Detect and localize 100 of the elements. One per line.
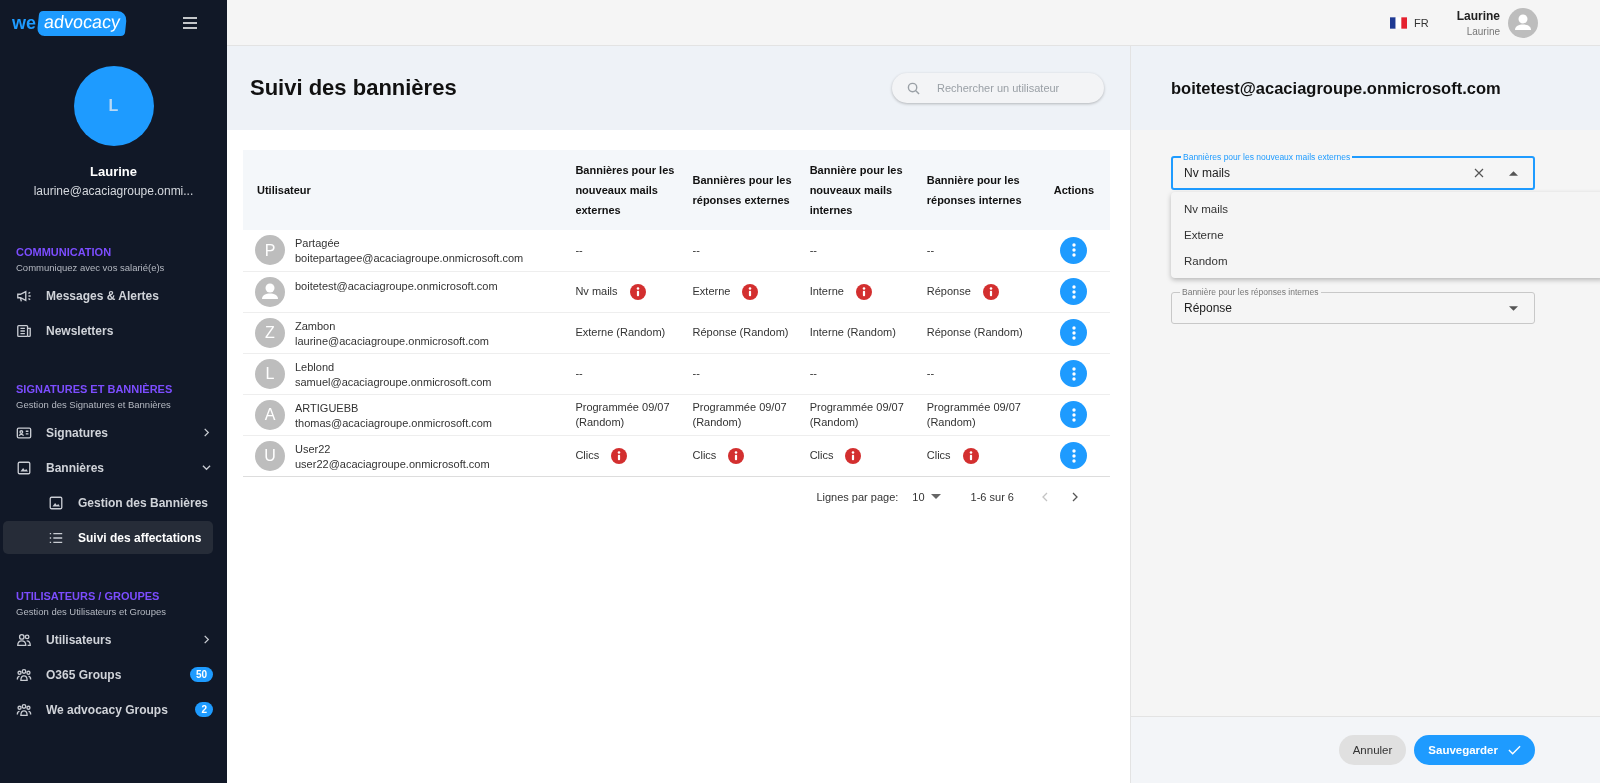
info-icon[interactable] (611, 447, 628, 464)
search-field[interactable]: Rechercher un utilisateur (892, 73, 1104, 103)
info-icon[interactable] (629, 283, 646, 300)
more-actions-button[interactable] (1060, 401, 1088, 428)
nav-item[interactable]: Messages & Alertes (3, 279, 213, 312)
section-subtitle: Gestion des Utilisateurs et Groupes (15, 606, 167, 617)
flag-icon[interactable] (1390, 16, 1407, 29)
table-cell: Interne (Random) (809, 325, 896, 340)
nav-item[interactable]: Utilisateurs (3, 623, 213, 656)
person-avatar-icon (255, 276, 285, 307)
section-title: SIGNATURES ET BANNIÈRES (15, 383, 174, 395)
more-actions-button[interactable] (1060, 360, 1088, 387)
table-cell: -- (575, 242, 583, 258)
section-subtitle: Communiquez avec vos salarié(e)s (15, 262, 166, 273)
table-cell: -- (692, 242, 700, 258)
next-page-icon[interactable] (1070, 491, 1080, 502)
more-actions-button[interactable] (1060, 236, 1088, 264)
avatar: L (255, 358, 285, 389)
kebab-icon (1071, 243, 1076, 258)
kebab-icon (1071, 407, 1076, 422)
info-icon[interactable] (855, 283, 872, 300)
user-name: Laurine (1456, 8, 1500, 23)
table-cell: Interne (809, 284, 844, 299)
caret-down-icon[interactable] (1509, 305, 1518, 311)
info-icon[interactable] (962, 447, 979, 464)
nav-item[interactable]: O365 Groups 50 (3, 658, 213, 691)
user-name: User22 (295, 441, 332, 457)
avatar: P (255, 235, 285, 266)
table-cell-text: Programmée 09/07 (Random) (926, 399, 1022, 430)
column-header: Bannière pour les nouveaux mails internes (803, 150, 921, 230)
nav-item[interactable]: Suivi des affectations (3, 521, 213, 554)
more-actions-button[interactable] (1060, 278, 1088, 305)
section-title: COMMUNICATION (15, 246, 113, 258)
nav-item[interactable]: Signatures (3, 416, 213, 449)
table-cell: Nv mails (575, 284, 618, 299)
nav-item[interactable]: Gestion des Bannières (3, 486, 213, 519)
field-label: Bannière pour les réponses internes (1180, 287, 1321, 297)
table-cell: -- (809, 242, 817, 258)
clear-icon[interactable] (1474, 168, 1484, 178)
rows-per-page-select[interactable]: 10 (912, 490, 941, 503)
kebab-icon (1071, 366, 1076, 381)
caret-down-icon (930, 494, 941, 499)
users-icon (16, 631, 32, 648)
info-icon[interactable] (728, 447, 745, 464)
column-header: Utilisateur (243, 150, 570, 230)
user-email: boitetest@acaciagroupe.onmicrosoft.com (295, 278, 498, 294)
page-title: Suivi des bannières (250, 75, 457, 101)
column-header: Bannières pour les réponses externes (686, 150, 804, 230)
user-name: Leblond (295, 359, 336, 375)
section-subtitle: Gestion des Signatures et Bannières (15, 399, 172, 410)
table-cell: -- (809, 366, 817, 381)
info-icon[interactable] (742, 283, 759, 300)
more-actions-button[interactable] (1060, 319, 1088, 346)
group-icon (16, 666, 32, 683)
group-icon (16, 701, 32, 718)
nav-item[interactable]: Newsletters (3, 314, 213, 347)
nav-item[interactable]: Bannières (3, 451, 213, 484)
panel-title: boitetest@acaciagroupe.onmicrosoft.com (1171, 78, 1501, 98)
nav-item[interactable]: We advocacy Groups 2 (3, 693, 213, 726)
user-email: boitepartagee@acaciagroupe.onmicrosoft.com (295, 251, 524, 267)
info-icon[interactable] (982, 283, 999, 300)
language-label[interactable]: FR (1414, 16, 1429, 29)
table-cell: Clics (809, 448, 834, 463)
table-cell: Externe (Random) (575, 325, 666, 340)
dropdown-option[interactable]: Externe (1171, 222, 1600, 248)
table-cell: Réponse (926, 284, 971, 299)
more-actions-button[interactable] (1060, 442, 1088, 469)
table-cell: Clics (575, 448, 600, 463)
menu-icon[interactable] (183, 17, 197, 29)
section-title: UTILISATEURS / GROUPES (15, 590, 161, 602)
image-icon (48, 494, 64, 511)
table-cell: -- (692, 366, 700, 381)
id-card-icon (16, 424, 32, 441)
user-email: laurine@acaciagroupe.onmicrosoft.com (295, 333, 489, 349)
search-icon (907, 82, 920, 95)
column-header: Bannières pour les nouveaux mails externes (569, 150, 687, 230)
user-subtitle: Laurine (1466, 25, 1500, 37)
dropdown-option[interactable]: Nv mails (1171, 196, 1600, 222)
cancel-button[interactable]: Annuler (1338, 735, 1407, 765)
kebab-icon (1071, 448, 1076, 463)
count-badge: 50 (189, 667, 213, 682)
info-icon[interactable] (845, 447, 862, 464)
user-name: ARTIGUEBB (295, 400, 360, 416)
table-cell: -- (926, 242, 935, 258)
table-cell: -- (575, 366, 583, 381)
column-header: Bannière pour les réponses internes (920, 150, 1038, 230)
caret-up-icon[interactable] (1509, 170, 1518, 176)
user-email: thomas@acaciagroupe.onmicrosoft.com (295, 415, 493, 431)
table-cell: -- (926, 366, 935, 381)
kebab-icon (1071, 284, 1076, 299)
avatar: A (255, 399, 285, 430)
table-cell: Réponse (Random) (692, 325, 789, 340)
check-icon (1508, 745, 1521, 755)
dropdown-option[interactable]: Random (1171, 248, 1600, 274)
page-range: 1-6 sur 6 (970, 490, 1014, 503)
column-header: Actions (1037, 150, 1110, 230)
avatar: U (255, 440, 285, 471)
profile-email: laurine@acaciagroupe.onmi... (32, 184, 195, 198)
image-icon (16, 459, 32, 476)
table-cell-text: Programmée 09/07 (Random) (575, 399, 671, 430)
